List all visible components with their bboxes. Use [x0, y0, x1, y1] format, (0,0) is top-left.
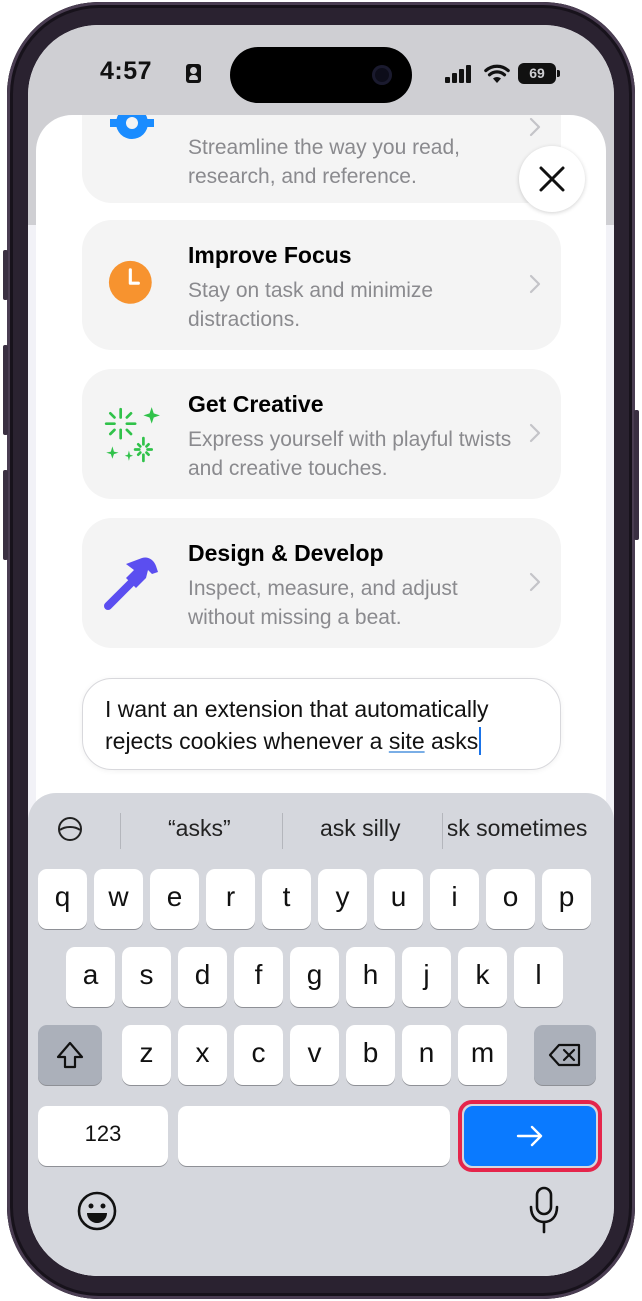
card-desc: Inspect, measure, and adjust without mis…: [188, 577, 458, 629]
suggestion-divider: [442, 813, 443, 849]
suggestion-divider: [120, 813, 121, 849]
prompt-input-text[interactable]: I want an extension that automatically r…: [105, 693, 545, 757]
card-get-creative[interactable]: Get Creative Express yourself with playf…: [82, 369, 561, 499]
key-v[interactable]: v: [290, 1025, 339, 1085]
cellular-signal-icon: [445, 65, 473, 83]
shift-icon: [56, 1041, 84, 1069]
front-camera: [372, 65, 392, 85]
numbers-key[interactable]: 123: [38, 1106, 168, 1166]
prompt-text-underlined: site: [388, 728, 425, 754]
key-f[interactable]: f: [234, 947, 283, 1007]
status-bar: 4:57 69: [28, 25, 614, 120]
suggestion-divider: [282, 813, 283, 849]
card-desc: Express yourself with playful twists and…: [188, 428, 512, 480]
card-design-develop[interactable]: Design & Develop Inspect, measure, and a…: [82, 518, 561, 648]
power-button: [634, 410, 639, 540]
key-r[interactable]: r: [206, 869, 255, 929]
key-q[interactable]: q: [38, 869, 87, 929]
card-desc: Streamline the way you read, research, a…: [188, 136, 460, 188]
backspace-icon: [548, 1043, 581, 1067]
key-j[interactable]: j: [402, 947, 451, 1007]
suggestion-3[interactable]: ask sometimes: [448, 815, 587, 842]
suggestion-1[interactable]: “asks”: [168, 815, 231, 842]
wifi-icon: [484, 64, 510, 83]
key-m[interactable]: m: [458, 1025, 507, 1085]
key-o[interactable]: o: [486, 869, 535, 929]
go-key[interactable]: [464, 1106, 596, 1166]
card-title: Design & Develop: [188, 540, 384, 566]
shift-key[interactable]: [38, 1025, 102, 1085]
chevron-right-icon: [529, 117, 541, 137]
key-i[interactable]: i: [430, 869, 479, 929]
key-h[interactable]: h: [346, 947, 395, 1007]
key-a[interactable]: a: [66, 947, 115, 1007]
microphone-icon[interactable]: [526, 1185, 562, 1235]
key-s[interactable]: s: [122, 947, 171, 1007]
emoji-suggest-icon[interactable]: [56, 815, 84, 843]
volume-down-button: [3, 470, 8, 560]
card-desc: Stay on task and minimize distractions.: [188, 279, 434, 331]
prompt-text-after: asks: [424, 728, 479, 754]
card-read-research[interactable]: Streamline the way you read, research, a…: [82, 115, 561, 203]
delete-key[interactable]: [534, 1025, 596, 1085]
key-g[interactable]: g: [290, 947, 339, 1007]
close-icon: [539, 166, 565, 192]
space-bar[interactable]: [178, 1106, 450, 1166]
suggestion-bar: “asks” ask silly ask sometimes: [28, 805, 614, 853]
arrow-right-icon: [516, 1125, 543, 1147]
key-x[interactable]: x: [178, 1025, 227, 1085]
battery-indicator: 69: [518, 63, 560, 84]
key-l[interactable]: l: [514, 947, 563, 1007]
action-button: [3, 250, 8, 300]
emoji-icon[interactable]: [76, 1190, 118, 1232]
prompt-input[interactable]: I want an extension that automatically r…: [82, 678, 561, 770]
chevron-right-icon: [529, 572, 541, 592]
key-c[interactable]: c: [234, 1025, 283, 1085]
gear-icon: [110, 115, 154, 139]
chevron-right-icon: [529, 423, 541, 443]
key-n[interactable]: n: [402, 1025, 451, 1085]
card-title: Get Creative: [188, 391, 324, 417]
key-z[interactable]: z: [122, 1025, 171, 1085]
dynamic-island: [230, 47, 412, 103]
card-improve-focus[interactable]: Improve Focus Stay on task and minimize …: [82, 220, 561, 350]
sparkles-icon: [104, 407, 160, 463]
key-b[interactable]: b: [346, 1025, 395, 1085]
person-badge-icon: [186, 64, 201, 83]
chevron-right-icon: [529, 274, 541, 294]
key-k[interactable]: k: [458, 947, 507, 1007]
volume-up-button: [3, 345, 8, 435]
hammer-icon: [104, 557, 158, 610]
card-title: Improve Focus: [188, 242, 352, 268]
text-caret: [479, 727, 482, 755]
key-d[interactable]: d: [178, 947, 227, 1007]
key-w[interactable]: w: [94, 869, 143, 929]
status-time: 4:57: [100, 57, 153, 85]
key-e[interactable]: e: [150, 869, 199, 929]
key-y[interactable]: y: [318, 869, 367, 929]
key-t[interactable]: t: [262, 869, 311, 929]
close-button[interactable]: [519, 146, 585, 212]
key-p[interactable]: p: [542, 869, 591, 929]
key-u[interactable]: u: [374, 869, 423, 929]
suggestion-2[interactable]: ask silly: [320, 815, 401, 842]
screen: 4:57 69 Streamline the way you read, res…: [28, 25, 614, 1276]
clock-icon: [108, 260, 152, 304]
